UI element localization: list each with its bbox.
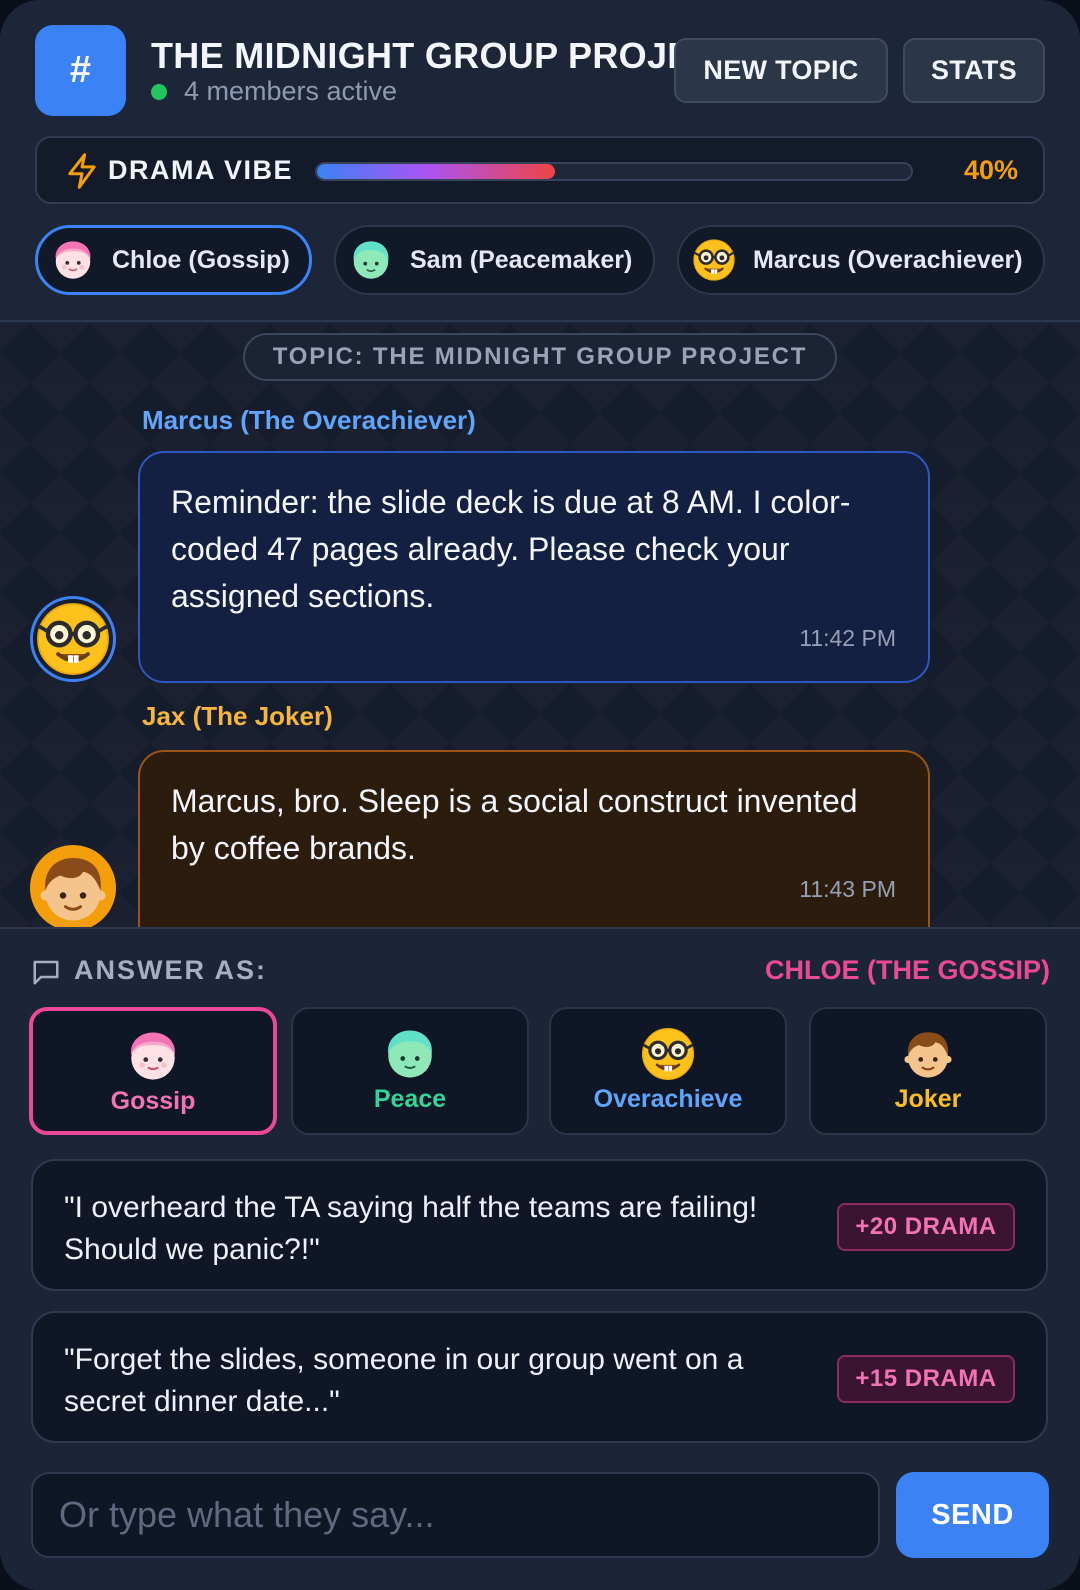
message-bubble: Reminder: the slide deck is due at 8 AM.…: [138, 451, 930, 683]
message-sender: Jax (The Joker): [142, 701, 333, 731]
nerd-face-icon: [691, 237, 737, 283]
topic-pill: TOPIC: THE MIDNIGHT GROUP PROJECT: [243, 333, 837, 381]
message-sender: Marcus (The Overachiever): [142, 405, 476, 435]
pink-hair-face-icon: [124, 1027, 182, 1085]
member-chip-sam[interactable]: Sam (Peacemaker): [334, 225, 655, 295]
member-chip-label: Chloe (Gossip): [112, 245, 290, 274]
member-chip-label: Marcus (Overachiever): [753, 245, 1023, 274]
persona-joker-button[interactable]: Joker: [809, 1007, 1047, 1135]
boy-face-icon: [899, 1025, 957, 1083]
reply-option[interactable]: "Forget the slides, someone in our group…: [31, 1311, 1048, 1443]
answer-panel: ANSWER AS: CHLOE (THE GOSSIP) Gossip Pea…: [0, 927, 1080, 1590]
drama-badge: +20 DRAMA: [837, 1203, 1015, 1251]
persona-label: Gossip: [110, 1087, 196, 1115]
green-hair-face-icon: [381, 1025, 439, 1083]
answer-as-label: ANSWER AS:: [74, 955, 267, 985]
message-time: 11:42 PM: [799, 625, 896, 651]
new-topic-button[interactable]: NEW TOPIC: [674, 38, 888, 103]
nerd-face-icon: [639, 1025, 697, 1083]
message-bubble: Marcus, bro. Sleep is a social construct…: [138, 750, 930, 927]
current-persona-label: CHLOE (THE GOSSIP): [764, 955, 1050, 985]
drama-badge: +15 DRAMA: [837, 1355, 1015, 1403]
avatar: [30, 845, 116, 927]
send-button[interactable]: SEND: [896, 1472, 1049, 1558]
drama-progress-track: [315, 162, 913, 181]
drama-percent: 40%: [963, 155, 1018, 185]
lightning-bolt-icon: [68, 153, 96, 189]
group-title: THE MIDNIGHT GROUP PROJECT: [151, 35, 676, 76]
online-dot-icon: [151, 83, 167, 100]
app-window: # THE MIDNIGHT GROUP PROJECT 4 members a…: [0, 0, 1080, 1590]
message-text: Marcus, bro. Sleep is a social construct…: [171, 783, 858, 866]
persona-label: Joker: [894, 1085, 962, 1113]
boy-face-icon: [33, 848, 113, 927]
pink-hair-face-icon: [50, 237, 96, 283]
chat-feed[interactable]: TOPIC: THE MIDNIGHT GROUP PROJECT Marcus…: [0, 323, 1080, 927]
member-chip-marcus[interactable]: Marcus (Overachiever): [677, 225, 1045, 295]
persona-label: Overachieve: [593, 1085, 743, 1113]
reply-option-text: "Forget the slides, someone in our group…: [64, 1343, 744, 1418]
member-chip-label: Sam (Peacemaker): [410, 245, 633, 274]
member-chip-chloe[interactable]: Chloe (Gossip): [35, 225, 312, 295]
member-status-text: 4 members active: [184, 76, 398, 106]
persona-label: Peace: [373, 1085, 447, 1113]
speech-bubble-icon: [33, 960, 59, 985]
reply-option-text: "I overheard the TA saying half the team…: [64, 1191, 758, 1266]
hashtag-icon: #: [35, 25, 126, 116]
reply-option[interactable]: "I overheard the TA saying half the team…: [31, 1159, 1048, 1291]
message-input[interactable]: [31, 1472, 880, 1558]
message-text: Reminder: the slide deck is due at 8 AM.…: [171, 484, 851, 614]
chat-header: # THE MIDNIGHT GROUP PROJECT 4 members a…: [0, 0, 1080, 322]
message-time: 11:43 PM: [799, 876, 896, 902]
persona-peace-button[interactable]: Peace: [291, 1007, 529, 1135]
drama-progress-fill: [317, 164, 555, 179]
persona-gossip-button[interactable]: Gossip: [29, 1007, 277, 1135]
drama-meter: DRAMA VIBE 40%: [35, 136, 1045, 204]
nerd-face-icon: [33, 599, 113, 679]
green-hair-face-icon: [348, 237, 394, 283]
drama-label: DRAMA VIBE: [108, 155, 294, 185]
persona-overachieve-button[interactable]: Overachieve: [549, 1007, 787, 1135]
avatar: [30, 596, 116, 682]
member-status: 4 members active: [151, 76, 397, 107]
stats-button[interactable]: STATS: [903, 38, 1045, 103]
